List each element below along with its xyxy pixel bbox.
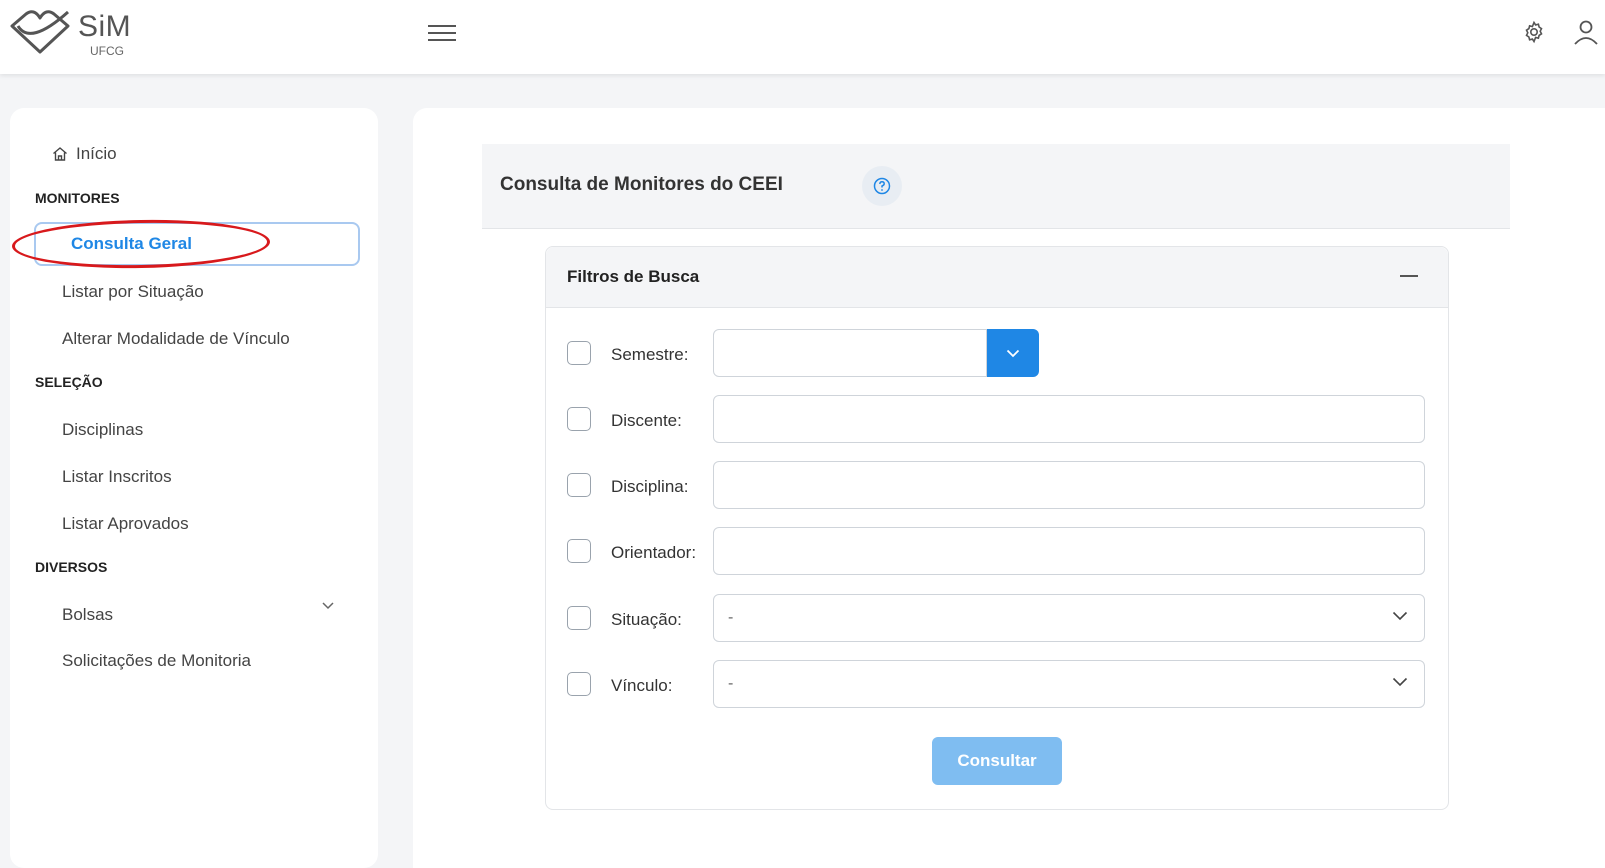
situacao-label: Situação: bbox=[611, 610, 682, 629]
vinculo-select[interactable]: - bbox=[713, 660, 1425, 708]
disciplina-checkbox[interactable] bbox=[567, 473, 591, 497]
vinculo-checkbox[interactable] bbox=[567, 672, 591, 696]
home-icon bbox=[53, 147, 67, 161]
search-filters-panel: Filtros de Busca Semestre: Discente: Dis… bbox=[545, 246, 1449, 810]
semestre-checkbox[interactable] bbox=[567, 341, 591, 365]
chevron-down-icon bbox=[1392, 611, 1408, 621]
orientador-checkbox[interactable] bbox=[567, 539, 591, 563]
sidebar-section-diversos: DIVERSOS bbox=[35, 559, 108, 575]
discente-input[interactable] bbox=[713, 395, 1425, 443]
sidebar-section-selecao: SELEÇÃO bbox=[35, 374, 103, 390]
vinculo-select-value: - bbox=[728, 675, 734, 692]
sidebar-item-listar-inscritos[interactable]: Listar Inscritos bbox=[62, 467, 172, 487]
orientador-input[interactable] bbox=[713, 527, 1425, 575]
question-circle-icon bbox=[873, 177, 891, 195]
sidebar-section-monitores: MONITORES bbox=[35, 190, 120, 206]
discente-label: Discente: bbox=[611, 411, 682, 430]
disciplina-input[interactable] bbox=[713, 461, 1425, 509]
filter-row-semestre: Semestre: bbox=[567, 329, 1427, 377]
semestre-label: Semestre: bbox=[611, 345, 689, 364]
sidebar-item-inicio[interactable]: Início bbox=[52, 144, 117, 164]
filter-row-orientador: Orientador: bbox=[567, 527, 1427, 575]
hamburger-icon[interactable] bbox=[428, 20, 456, 44]
consultar-button[interactable]: Consultar bbox=[932, 737, 1062, 785]
logo-mark-icon bbox=[10, 10, 70, 54]
filters-header: Filtros de Busca bbox=[546, 247, 1448, 308]
help-button[interactable] bbox=[862, 166, 902, 206]
situacao-checkbox[interactable] bbox=[567, 606, 591, 630]
gear-icon[interactable] bbox=[1522, 20, 1546, 49]
filter-row-disciplina: Disciplina: bbox=[567, 461, 1427, 509]
sidebar-item-listar-por-situacao[interactable]: Listar por Situação bbox=[62, 282, 204, 302]
semestre-dropdown-button[interactable] bbox=[987, 329, 1039, 377]
orientador-label: Orientador: bbox=[611, 543, 697, 562]
discente-checkbox[interactable] bbox=[567, 407, 591, 431]
sidebar-item-alterar-modalidade[interactable]: Alterar Modalidade de Vínculo bbox=[62, 329, 290, 349]
top-bar: SiM UFCG bbox=[0, 0, 1605, 74]
sidebar-item-solicitacoes[interactable]: Solicitações de Monitoria bbox=[62, 651, 251, 671]
situacao-select[interactable]: - bbox=[713, 594, 1425, 642]
chevron-down-icon bbox=[1392, 677, 1408, 687]
vinculo-label: Vínculo: bbox=[611, 676, 673, 695]
sidebar-home-label: Início bbox=[76, 144, 117, 163]
semestre-select[interactable] bbox=[713, 329, 987, 377]
sidebar-item-listar-aprovados[interactable]: Listar Aprovados bbox=[62, 514, 189, 534]
filter-row-discente: Discente: bbox=[567, 395, 1427, 443]
filter-row-vinculo: Vínculo: - bbox=[567, 660, 1427, 708]
filters-title: Filtros de Busca bbox=[567, 267, 700, 286]
collapse-minus-icon[interactable] bbox=[1400, 275, 1418, 277]
disciplina-label: Disciplina: bbox=[611, 477, 689, 496]
logo-subtitle: UFCG bbox=[90, 44, 124, 58]
page-title: Consulta de Monitores do CEEI bbox=[500, 174, 783, 195]
sim-logo[interactable]: SiM UFCG bbox=[8, 6, 132, 64]
user-icon[interactable] bbox=[1572, 18, 1600, 51]
sidebar-item-disciplinas[interactable]: Disciplinas bbox=[62, 420, 143, 440]
logo-text: SiM bbox=[78, 10, 132, 43]
situacao-select-value: - bbox=[728, 609, 734, 626]
sidebar-item-bolsas[interactable]: Bolsas bbox=[62, 605, 113, 625]
chevron-down-icon[interactable] bbox=[322, 602, 334, 610]
filter-row-situacao: Situação: - bbox=[567, 594, 1427, 642]
page-header: Consulta de Monitores do CEEI bbox=[482, 144, 1510, 229]
main-content: Consulta de Monitores do CEEI Filtros de… bbox=[413, 108, 1605, 868]
chevron-down-icon bbox=[1006, 349, 1020, 357]
sidebar: Início MONITORES Consulta Geral Listar p… bbox=[10, 108, 378, 868]
